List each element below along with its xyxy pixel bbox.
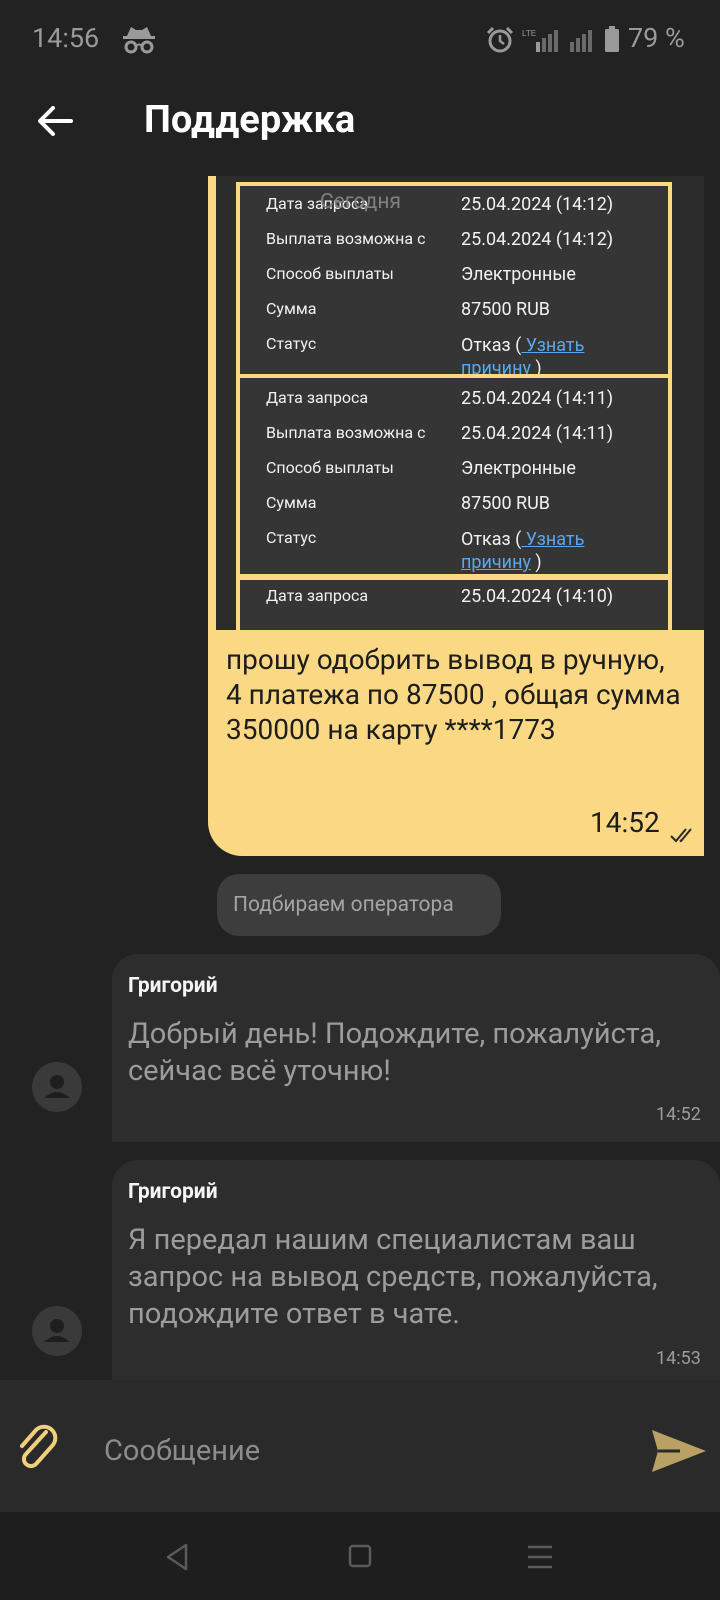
arrow-left-icon: [38, 106, 73, 136]
reason-link-cont: причину: [461, 552, 531, 573]
payout-label: Способ выплаты: [266, 458, 394, 477]
alarm-icon: [486, 26, 514, 53]
battery-percentage: 79 %: [628, 22, 685, 54]
attached-screenshot-image[interactable]: Дата запроса 25.04.2024 (14:12) Выплата …: [216, 176, 704, 630]
reason-link: Узнать: [521, 529, 585, 550]
sender-name: Григорий: [128, 1180, 218, 1204]
outgoing-message-text: прошу одобрить вывод в ручную, 4 платежа…: [226, 643, 681, 746]
nav-recents-icon[interactable]: [526, 1544, 554, 1570]
payout-value: 25.04.2024 (14:11): [461, 388, 614, 409]
incoming-message-text: Я передал нашим специалистам ваш запрос …: [128, 1223, 658, 1331]
payout-value: Электронные: [461, 458, 576, 479]
payout-label: Статус: [266, 334, 317, 353]
payout-label: Дата запроса: [266, 388, 369, 407]
payout-value: 87500 RUB: [461, 493, 551, 514]
message-input[interactable]: [104, 1428, 614, 1474]
message-time: 14:52: [656, 1104, 701, 1125]
payout-status-value: Отказ ( Узнать причину ): [461, 528, 584, 574]
payout-label: Выплата возможна с: [266, 423, 426, 442]
payout-label: Статус: [266, 528, 317, 547]
payout-label: Способ выплаты: [266, 264, 394, 283]
person-icon: [44, 1319, 70, 1342]
reason-link: Узнать: [521, 335, 585, 356]
send-icon[interactable]: [650, 1426, 708, 1476]
status-text: Отказ (: [461, 335, 522, 356]
incognito-icon: [123, 27, 155, 54]
payout-value: 25.04.2024 (14:10): [461, 586, 614, 607]
payout-label: Сумма: [266, 493, 317, 512]
status-bar: 14:56 LTE 79 %: [0, 0, 720, 80]
nav-home-icon[interactable]: [348, 1544, 372, 1568]
operator-avatar[interactable]: [32, 1062, 82, 1112]
back-button[interactable]: [30, 98, 80, 144]
date-divider-label: Сегодня: [320, 190, 401, 214]
payout-record: Дата запроса 25.04.2024 (14:12) Выплата …: [236, 182, 672, 382]
payout-value: 25.04.2024 (14:12): [461, 194, 614, 215]
payout-value: 25.04.2024 (14:12): [461, 229, 614, 250]
double-check-icon: [670, 828, 692, 843]
payout-label: Сумма: [266, 299, 317, 318]
payout-label: Выплата возможна с: [266, 229, 426, 248]
signal-icon: [570, 30, 592, 52]
payout-value: 87500 RUB: [461, 299, 551, 320]
payout-record: Дата запроса 25.04.2024 (14:10): [236, 576, 672, 630]
operator-avatar[interactable]: [32, 1306, 82, 1356]
person-icon: [44, 1075, 70, 1098]
page-title: Поддержка: [144, 98, 356, 142]
paperclip-icon[interactable]: [16, 1424, 60, 1474]
lte-signal-icon: LTE: [522, 29, 558, 52]
payout-value: 25.04.2024 (14:11): [461, 423, 614, 444]
nav-back-icon[interactable]: [164, 1542, 190, 1572]
sender-name: Григорий: [128, 974, 218, 998]
system-message-text: Подбираем оператора: [233, 893, 454, 917]
payout-label: Дата запроса: [266, 586, 369, 605]
status-time: 14:56: [32, 22, 100, 54]
message-time: 14:52: [590, 806, 660, 839]
status-text: Отказ (: [461, 529, 522, 550]
message-time: 14:53: [656, 1348, 701, 1369]
incoming-message-text: Добрый день! Подождите, пожалуйста, сейч…: [128, 1017, 661, 1088]
payout-record: Дата запроса 25.04.2024 (14:11) Выплата …: [236, 374, 672, 578]
battery-icon: [605, 26, 619, 52]
payout-value: Электронные: [461, 264, 576, 285]
lte-label: LTE: [522, 29, 536, 38]
status-suffix: ): [530, 552, 542, 573]
